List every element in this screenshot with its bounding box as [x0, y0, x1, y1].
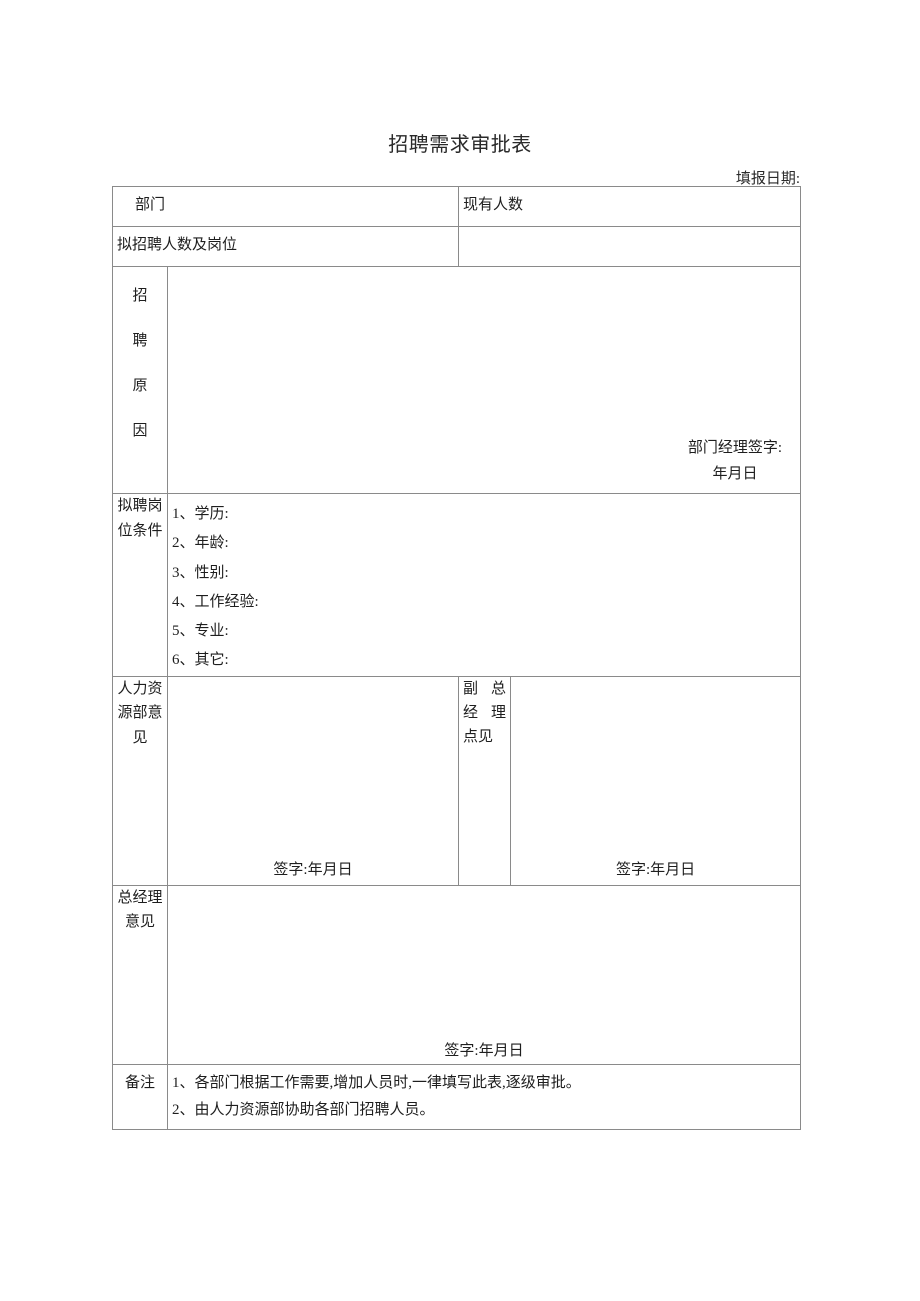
department-label-cell: 部门	[111, 186, 460, 227]
reason-label-char-1: 招	[132, 288, 148, 304]
deputy-gm-label-line-1: 副总	[463, 680, 507, 697]
department-label: 部门	[135, 197, 166, 213]
remarks-list: 1、各部门根据工作需要,增加人员时,一律填写此表,逐级审批。 2、由人力资源部协…	[168, 1065, 800, 1126]
requirement-item: 2、年龄:	[172, 535, 229, 552]
position-requirements-content-cell[interactable]: 1、学历: 2、年龄: 3、性别: 4、工作经验: 5、专业: 6、其它:	[166, 493, 802, 677]
requirement-item: 5、专业:	[172, 623, 229, 639]
gm-label-line-2: 意见	[124, 914, 155, 931]
table-row-remarks: 备注 1、各部门根据工作需要,增加人员时,一律填写此表,逐级审批。 2、由人力资…	[112, 1063, 802, 1130]
hr-label-line-2: 源部意	[117, 705, 163, 722]
requirement-item: 6、其它:	[172, 652, 229, 669]
requirement-item: 4、工作经验:	[172, 593, 259, 610]
requirements-label-line-1: 拟聘岗	[117, 498, 163, 514]
deputy-gm-label-line-2: 经理	[463, 704, 507, 721]
table-row-position-requirements: 拟聘岗 位条件 1、学历: 2、年龄: 3、性别: 4、工作经验: 5、专业: …	[112, 493, 802, 677]
table-row-general-manager-opinion: 总经理 意见 签字:年月日	[112, 884, 802, 1065]
remarks-content-cell: 1、各部门根据工作需要,增加人员时,一律填写此表,逐级审批。 2、由人力资源部协…	[166, 1063, 802, 1130]
hr-opinion-content	[168, 677, 458, 885]
hr-signature-label: 签字:年月日	[273, 861, 353, 878]
remarks-label-cell: 备注	[112, 1063, 168, 1130]
general-manager-opinion-content	[168, 886, 800, 1064]
remarks-label: 备注	[124, 1074, 155, 1091]
department-manager-signature-label: 部门经理签字:	[687, 440, 783, 456]
hr-opinion-content-cell[interactable]: 签字:年月日	[166, 675, 460, 886]
position-requirements-label-cell: 拟聘岗 位条件	[112, 493, 168, 677]
table-row-opinions: 人力资 源部意 见 签字:年月日 副总 经理 点见 签字:年月日	[112, 675, 802, 886]
recruitment-reason-label-cell: 招 聘 原 因	[112, 266, 168, 494]
requirement-item: 1、学历:	[172, 506, 229, 522]
fill-date-label: 填报日期:	[735, 171, 800, 187]
table-row-recruitment-reason: 招 聘 原 因 部门经理签字: 年月日	[112, 266, 802, 494]
hr-label-line-1: 人力资	[117, 680, 163, 697]
deputy-gm-label-line-3: 点见	[463, 728, 494, 745]
deputy-gm-opinion-label-cell: 副总 经理 点见	[458, 675, 512, 886]
reason-label-char-4: 因	[132, 423, 148, 439]
planned-recruitment-label-cell: 拟招聘人数及岗位	[111, 226, 460, 267]
reason-label-char-2: 聘	[132, 333, 148, 349]
current-headcount-label: 现有人数	[463, 197, 524, 213]
page-title: 招聘需求审批表	[388, 134, 532, 156]
position-requirements-label: 拟聘岗 位条件	[113, 494, 167, 544]
department-manager-date-label: 年月日	[712, 465, 758, 482]
remark-item: 2、由人力资源部协助各部门招聘人员。	[172, 1102, 435, 1119]
current-headcount-label-cell: 现有人数	[458, 186, 802, 227]
document-page: 招聘需求审批表 填报日期: 部门 现有人数 拟招聘人数及岗位 招 聘 原 因 部…	[0, 0, 920, 1301]
general-manager-opinion-content-cell[interactable]: 签字:年月日	[166, 884, 802, 1065]
recruitment-approval-table: 部门 现有人数 拟招聘人数及岗位 招 聘 原 因 部门经理签字: 年月日 拟聘岗…	[111, 186, 802, 1130]
deputy-gm-opinion-content-cell[interactable]: 签字:年月日	[510, 675, 802, 886]
general-manager-opinion-label-cell: 总经理 意见	[112, 884, 168, 1065]
hr-opinion-label-cell: 人力资 源部意 见	[112, 675, 168, 886]
position-requirements-list: 1、学历: 2、年龄: 3、性别: 4、工作经验: 5、专业: 6、其它:	[168, 494, 800, 676]
reason-label-char-3: 原	[132, 378, 148, 394]
planned-recruitment-label: 拟招聘人数及岗位	[117, 237, 238, 253]
planned-recruitment-value-cell[interactable]	[458, 226, 802, 267]
recruitment-reason-content-cell[interactable]: 部门经理签字: 年月日	[166, 266, 802, 494]
deputy-gm-signature-label: 签字:年月日	[615, 861, 696, 878]
requirements-label-line-2: 位条件	[117, 522, 163, 539]
requirement-item: 3、性别:	[172, 564, 229, 581]
hr-opinion-label: 人力资 源部意 见	[113, 677, 167, 751]
department-manager-signature-block: 部门经理签字: 年月日	[688, 436, 782, 487]
hr-label-line-3: 见	[132, 730, 148, 746]
deputy-gm-opinion-label: 副总 经理 点见	[459, 677, 510, 749]
general-manager-signature-label: 签字:年月日	[444, 1042, 524, 1059]
table-row-department: 部门 现有人数	[111, 186, 802, 227]
deputy-gm-opinion-content	[511, 677, 800, 885]
recruitment-reason-label: 招 聘 原 因	[113, 267, 167, 439]
table-row-planned-recruitment: 拟招聘人数及岗位	[111, 226, 802, 267]
general-manager-opinion-label: 总经理 意见	[113, 886, 167, 936]
planned-recruitment-value	[459, 227, 800, 239]
remark-item: 1、各部门根据工作需要,增加人员时,一律填写此表,逐级审批。	[172, 1074, 581, 1091]
gm-label-line-1: 总经理	[117, 889, 163, 906]
